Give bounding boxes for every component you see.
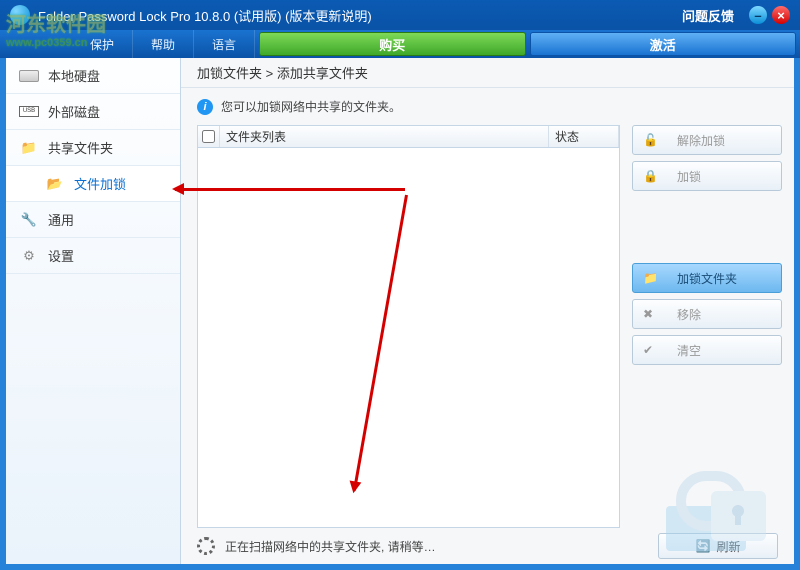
file-lock-icon: 📂 <box>44 175 66 193</box>
menubar-right: 购买 激活 <box>255 30 800 58</box>
share-folder-icon: 📁 <box>18 139 40 157</box>
table-body <box>198 148 619 527</box>
sidebar-item-local-disk[interactable]: 本地硬盘 <box>6 58 180 94</box>
info-icon: i <box>197 99 213 115</box>
body-row: 文件夹列表 状态 🔓 解除加锁 🔒 加锁 📁 加锁文件夹 <box>181 125 794 528</box>
buy-button[interactable]: 购买 <box>259 32 525 56</box>
app-title: Folder Password Lock Pro 10.8.0 (试用版) (版… <box>38 6 682 25</box>
folder-lock-icon: 📁 <box>643 271 659 285</box>
right-panel: 🔓 解除加锁 🔒 加锁 📁 加锁文件夹 ✖ 移除 ✔ <box>632 125 782 528</box>
lock-folder-button[interactable]: 📁 加锁文件夹 <box>632 263 782 293</box>
app-logo-icon <box>10 5 30 25</box>
activate-button[interactable]: 激活 <box>530 32 796 56</box>
rbtn-label: 移除 <box>677 306 701 323</box>
unlock-button[interactable]: 🔓 解除加锁 <box>632 125 782 155</box>
sidebar-item-label: 本地硬盘 <box>48 66 100 85</box>
menu-protect[interactable]: 保护 <box>0 30 133 58</box>
rbtn-label: 解除加锁 <box>677 132 725 149</box>
select-all-checkbox[interactable] <box>202 130 215 143</box>
rbtn-label: 加锁文件夹 <box>677 270 737 287</box>
sidebar-item-label: 文件加锁 <box>74 174 126 193</box>
main-panel: 加锁文件夹 > 添加共享文件夹 i 您可以加锁网络中共享的文件夹。 文件夹列表 … <box>181 58 794 564</box>
sidebar-item-label: 共享文件夹 <box>48 138 113 157</box>
th-checkbox[interactable] <box>198 126 220 147</box>
spinner-icon <box>197 537 215 555</box>
info-bar: i 您可以加锁网络中共享的文件夹。 <box>181 88 794 125</box>
th-status[interactable]: 状态 <box>549 126 619 147</box>
menubar-left: 保护 帮助 语言 <box>0 30 255 58</box>
feedback-link[interactable]: 问题反馈 <box>682 6 734 25</box>
menu-language[interactable]: 语言 <box>194 30 255 58</box>
sidebar: 本地硬盘 USB 外部磁盘 📁 共享文件夹 📂 文件加锁 🔧 通用 ⚙ 设置 <box>6 58 181 564</box>
sidebar-item-label: 外部磁盘 <box>48 102 100 121</box>
check-icon: ✔ <box>643 343 659 357</box>
wrench-icon: 🔧 <box>18 211 40 229</box>
content: 本地硬盘 USB 外部磁盘 📁 共享文件夹 📂 文件加锁 🔧 通用 ⚙ 设置 加… <box>6 58 794 564</box>
menu-help[interactable]: 帮助 <box>133 30 194 58</box>
status-text: 正在扫描网络中的共享文件夹, 请稍等… <box>225 538 648 555</box>
minimize-button[interactable]: – <box>749 6 767 24</box>
status-bar: 正在扫描网络中的共享文件夹, 请稍等… 🔄 刷新 <box>181 528 794 564</box>
gear-icon: ⚙ <box>18 247 40 265</box>
annotation-arrow-1 <box>175 188 405 191</box>
menubar: 保护 帮助 语言 购买 激活 <box>0 30 800 58</box>
folder-table: 文件夹列表 状态 <box>197 125 620 528</box>
lock-button[interactable]: 🔒 加锁 <box>632 161 782 191</box>
sidebar-item-external-disk[interactable]: USB 外部磁盘 <box>6 94 180 130</box>
rbtn-label: 加锁 <box>677 168 701 185</box>
info-text: 您可以加锁网络中共享的文件夹。 <box>221 98 401 115</box>
close-button[interactable]: × <box>772 6 790 24</box>
sidebar-item-settings[interactable]: ⚙ 设置 <box>6 238 180 274</box>
refresh-icon: 🔄 <box>696 539 711 553</box>
th-folder-list[interactable]: 文件夹列表 <box>220 126 549 147</box>
remove-button[interactable]: ✖ 移除 <box>632 299 782 329</box>
usb-icon: USB <box>18 103 40 121</box>
sidebar-item-file-lock[interactable]: 📂 文件加锁 <box>6 166 180 202</box>
refresh-label: 刷新 <box>716 538 740 555</box>
sidebar-item-general[interactable]: 🔧 通用 <box>6 202 180 238</box>
clear-button[interactable]: ✔ 清空 <box>632 335 782 365</box>
hdd-icon <box>18 67 40 85</box>
remove-icon: ✖ <box>643 307 659 321</box>
lock-icon: 🔒 <box>643 169 659 183</box>
rbtn-label: 清空 <box>677 342 701 359</box>
breadcrumb: 加锁文件夹 > 添加共享文件夹 <box>181 58 794 88</box>
sidebar-item-shared-folder[interactable]: 📁 共享文件夹 <box>6 130 180 166</box>
titlebar: Folder Password Lock Pro 10.8.0 (试用版) (版… <box>0 0 800 30</box>
unlock-icon: 🔓 <box>643 133 659 147</box>
sidebar-item-label: 设置 <box>48 246 74 265</box>
table-header: 文件夹列表 状态 <box>198 126 619 148</box>
panel-gap <box>632 197 782 257</box>
sidebar-item-label: 通用 <box>48 210 74 229</box>
refresh-button[interactable]: 🔄 刷新 <box>658 533 778 559</box>
